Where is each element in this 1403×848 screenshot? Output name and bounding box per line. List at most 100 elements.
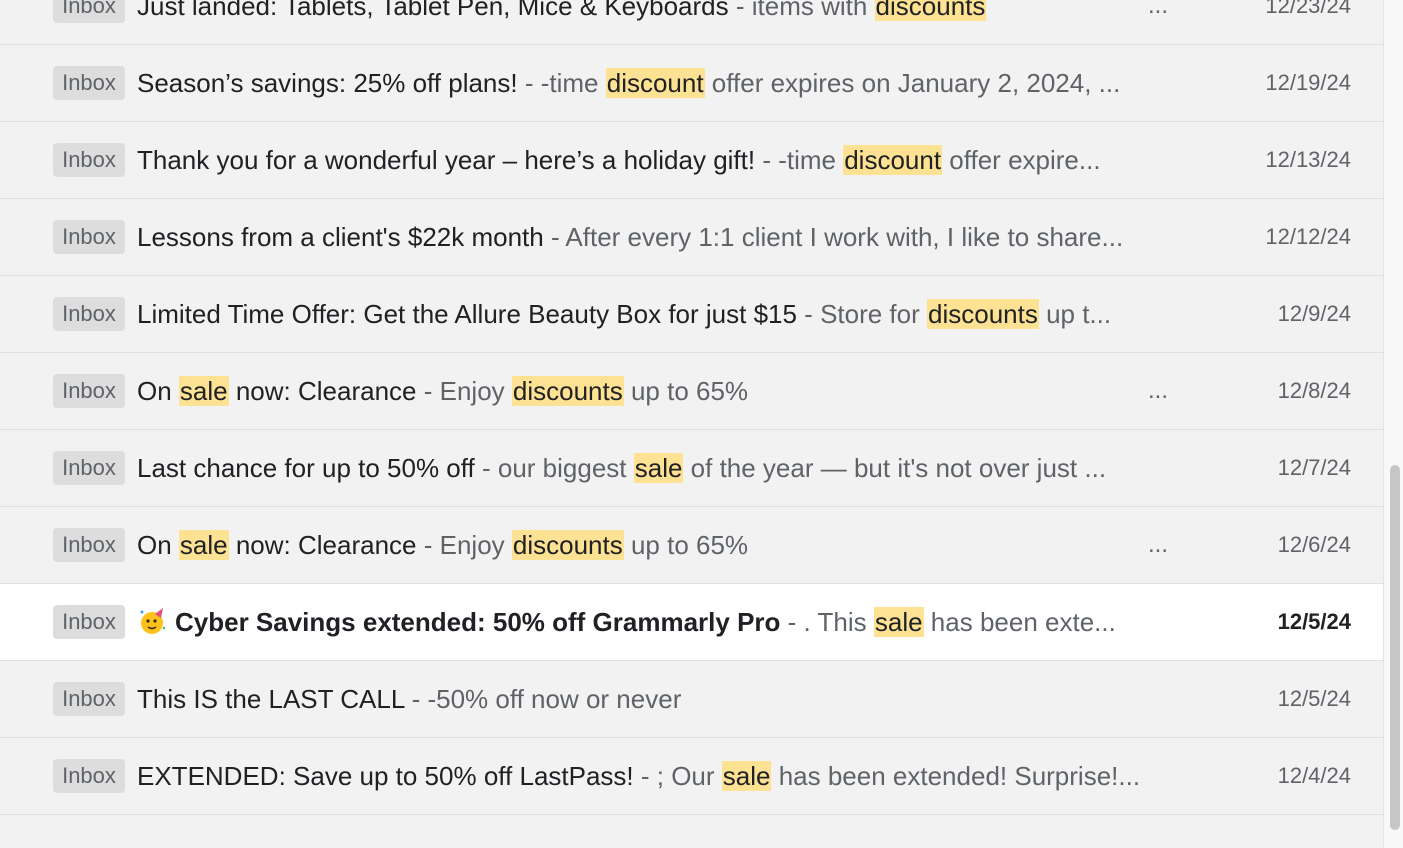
email-row[interactable]: Inbox Last chance for up to 50% off - our… bbox=[0, 430, 1383, 507]
email-snippet: -50% off now or never bbox=[427, 684, 682, 714]
email-row[interactable]: Inbox Cyber Savings extended: 50% off Gra… bbox=[0, 584, 1383, 661]
email-subject: Lessons from a client's $22k month bbox=[137, 222, 544, 252]
email-row[interactable]: Inbox Just landed: Tablets, Tablet Pen, M… bbox=[0, 0, 1383, 45]
email-snippet: has been extended! Surprise!... bbox=[771, 761, 1141, 791]
email-row[interactable]: Inbox Thank you for a wonderful year – he… bbox=[0, 122, 1383, 199]
email-snippet: Store for bbox=[820, 299, 927, 329]
inbox-label-badge[interactable]: Inbox bbox=[53, 66, 125, 100]
email-preview: This IS the LAST CALL - -50% off now or … bbox=[137, 682, 1172, 716]
email-preview: Just landed: Tablets, Tablet Pen, Mice &… bbox=[137, 0, 1172, 23]
ellipsis: ... bbox=[1148, 0, 1169, 19]
search-highlight: sale bbox=[721, 761, 772, 791]
inbox-label-badge[interactable]: Inbox bbox=[53, 297, 125, 331]
email-snippet: offer expire... bbox=[942, 145, 1101, 175]
email-snippet: offer expires on January 2, 2024, ... bbox=[704, 68, 1121, 98]
inbox-label-badge[interactable]: Inbox bbox=[53, 605, 125, 639]
email-row[interactable]: Inbox Limited Time Offer: Get the Allure … bbox=[0, 276, 1383, 353]
party-face-icon bbox=[140, 608, 166, 634]
email-snippet: up t... bbox=[1038, 299, 1112, 329]
separator: - bbox=[755, 145, 779, 175]
email-date: 12/7/24 bbox=[1277, 455, 1351, 480]
search-highlight: discount bbox=[605, 68, 705, 98]
inbox-label-badge[interactable]: Inbox bbox=[53, 374, 125, 408]
email-preview: On sale now: Clearance - Enjoy discounts… bbox=[137, 528, 1172, 562]
email-preview: Season’s savings: 25% off plans! - -time… bbox=[137, 66, 1172, 100]
email-snippet: our biggest bbox=[497, 453, 634, 483]
email-row[interactable]: Inbox This IS the LAST CALL - -50% off no… bbox=[0, 661, 1383, 738]
email-date: 12/8/24 bbox=[1277, 378, 1351, 403]
email-subject: EXTENDED: Save up to 50% off LastPass! bbox=[137, 761, 634, 791]
email-row[interactable]: Inbox On sale now: Clearance - Enjoy disc… bbox=[0, 353, 1383, 430]
email-date: 12/5/24 bbox=[1277, 609, 1351, 634]
search-highlight: sale bbox=[178, 530, 229, 560]
email-date: 12/4/24 bbox=[1277, 763, 1351, 788]
email-preview: Last chance for up to 50% off - our bigg… bbox=[137, 451, 1172, 485]
inbox-label-badge[interactable]: Inbox bbox=[53, 0, 125, 23]
separator: - bbox=[517, 68, 541, 98]
email-snippet: has been exte... bbox=[923, 607, 1116, 637]
separator: - bbox=[728, 0, 752, 21]
inbox-label-badge[interactable]: Inbox bbox=[53, 143, 125, 177]
inbox-label-badge[interactable]: Inbox bbox=[53, 682, 125, 716]
email-subject: This IS the LAST CALL bbox=[137, 684, 405, 714]
inbox-label-badge[interactable]: Inbox bbox=[53, 451, 125, 485]
search-highlight: discounts bbox=[927, 299, 1039, 329]
search-highlight: sale bbox=[633, 453, 684, 483]
email-date: 12/9/24 bbox=[1277, 301, 1351, 326]
email-snippet: -time bbox=[540, 68, 606, 98]
inbox-label-badge[interactable]: Inbox bbox=[53, 759, 125, 793]
email-preview: Thank you for a wonderful year – here’s … bbox=[137, 143, 1172, 177]
separator: - bbox=[796, 299, 821, 329]
email-subject: On bbox=[137, 376, 179, 406]
email-row[interactable]: Inbox Lessons from a client's $22k month … bbox=[0, 199, 1383, 276]
email-preview: EXTENDED: Save up to 50% off LastPass! -… bbox=[137, 759, 1172, 793]
separator: - bbox=[416, 376, 440, 406]
email-row[interactable]: Inbox EXTENDED: Save up to 50% off LastPa… bbox=[0, 738, 1383, 815]
separator: - bbox=[416, 530, 440, 560]
separator: - bbox=[474, 453, 498, 483]
email-date: 12/6/24 bbox=[1277, 532, 1351, 557]
email-subject: Thank you for a wonderful year – here’s … bbox=[137, 145, 756, 175]
search-highlight: discounts bbox=[511, 376, 624, 406]
email-preview: Limited Time Offer: Get the Allure Beaut… bbox=[137, 297, 1172, 331]
email-subject: Last chance for up to 50% off bbox=[137, 453, 475, 483]
search-highlight: sale bbox=[178, 376, 229, 406]
separator: - bbox=[543, 222, 566, 252]
email-subject: On bbox=[137, 530, 179, 560]
email-date: 12/19/24 bbox=[1265, 70, 1351, 95]
separator: - bbox=[404, 684, 428, 714]
email-snippet: -time bbox=[778, 145, 844, 175]
email-snippet: After every 1:1 client I work with, I li… bbox=[565, 222, 1124, 252]
email-preview: Cyber Savings extended: 50% off Grammarl… bbox=[137, 605, 1172, 639]
email-snippet: up to 65% bbox=[623, 530, 749, 560]
email-snippet: items with bbox=[751, 0, 875, 21]
email-date: 12/13/24 bbox=[1265, 147, 1351, 172]
scrollbar-thumb[interactable] bbox=[1390, 465, 1400, 830]
email-subject: Limited Time Offer: Get the Allure Beaut… bbox=[137, 299, 797, 329]
email-preview: On sale now: Clearance - Enjoy discounts… bbox=[137, 374, 1172, 408]
email-subject: now: Clearance bbox=[228, 376, 417, 406]
email-snippet: Enjoy bbox=[439, 530, 512, 560]
email-snippet: . This bbox=[803, 607, 874, 637]
email-list: Inbox Just landed: Tablets, Tablet Pen, M… bbox=[0, 0, 1383, 848]
search-highlight: sale bbox=[873, 607, 924, 637]
inbox-label-badge[interactable]: Inbox bbox=[53, 220, 125, 254]
email-snippet: of the year — but it's not over just ... bbox=[683, 453, 1107, 483]
email-snippet: Enjoy bbox=[439, 376, 512, 406]
search-highlight: discounts bbox=[874, 0, 987, 21]
email-snippet: ; Our bbox=[656, 761, 722, 791]
email-preview: Lessons from a client's $22k month - Aft… bbox=[137, 220, 1172, 254]
email-snippet: up to 65% bbox=[623, 376, 749, 406]
email-subject: Season’s savings: 25% off plans! bbox=[137, 68, 518, 98]
inbox-label-badge[interactable]: Inbox bbox=[53, 528, 125, 562]
ellipsis: ... bbox=[1148, 377, 1169, 404]
email-date: 12/23/24 bbox=[1265, 0, 1351, 18]
ellipsis: ... bbox=[1148, 531, 1169, 558]
search-highlight: discount bbox=[843, 145, 943, 175]
separator: - bbox=[633, 761, 657, 791]
email-row[interactable]: Inbox On sale now: Clearance - Enjoy disc… bbox=[0, 507, 1383, 584]
email-date: 12/5/24 bbox=[1277, 686, 1351, 711]
separator: - bbox=[780, 607, 804, 637]
email-row[interactable]: Inbox Season’s savings: 25% off plans! - … bbox=[0, 45, 1383, 122]
scrollbar[interactable] bbox=[1383, 0, 1403, 848]
